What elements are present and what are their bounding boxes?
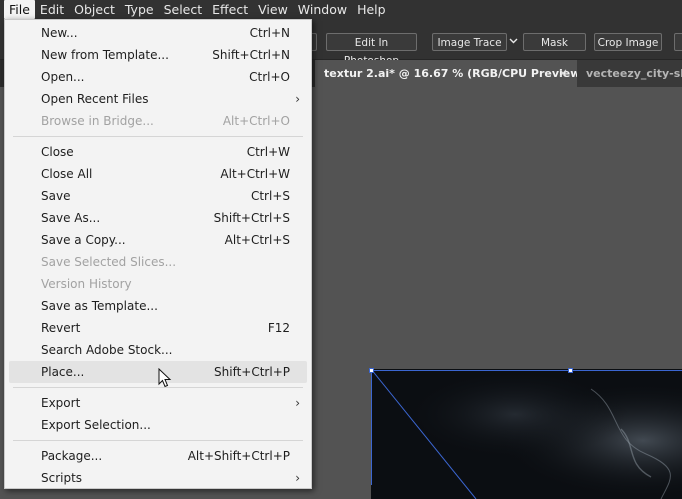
menu-item-export[interactable]: Export › bbox=[9, 392, 307, 414]
menu-item-label: Open... bbox=[41, 70, 85, 84]
menu-item-label: Save As... bbox=[41, 211, 101, 225]
menu-item-label: Close bbox=[41, 145, 74, 159]
menu-item-shortcut: Shift+Ctrl+N bbox=[212, 48, 290, 62]
menu-separator bbox=[13, 440, 303, 441]
menu-item-label: Place... bbox=[41, 365, 85, 379]
submenu-arrow-icon: › bbox=[295, 471, 300, 485]
menu-item-label: Open Recent Files bbox=[41, 92, 149, 106]
selection-handle-top-left[interactable] bbox=[369, 368, 374, 373]
image-trace-button[interactable]: Image Trace bbox=[432, 33, 507, 51]
menu-item-shortcut: Alt+Shift+Ctrl+P bbox=[187, 449, 290, 463]
menu-item-label: Save bbox=[41, 189, 71, 203]
menu-edit[interactable]: Edit bbox=[35, 0, 69, 19]
menu-item-shortcut: Ctrl+N bbox=[249, 26, 290, 40]
menu-item-close[interactable]: Close Ctrl+W bbox=[9, 141, 307, 163]
menu-item-open-recent-files[interactable]: Open Recent Files › bbox=[9, 88, 307, 110]
image-trace-dropdown-icon[interactable] bbox=[506, 33, 520, 51]
menu-type[interactable]: Type bbox=[120, 0, 159, 19]
menu-item-export-selection[interactable]: Export Selection... bbox=[9, 414, 307, 436]
crop-image-button[interactable]: Crop Image bbox=[594, 33, 662, 51]
menu-object[interactable]: Object bbox=[69, 0, 120, 19]
mouse-cursor-icon bbox=[158, 367, 172, 391]
menu-item-shortcut: Alt+Ctrl+W bbox=[220, 167, 290, 181]
menu-item-save-as[interactable]: Save As... Shift+Ctrl+S bbox=[9, 207, 307, 229]
menu-help[interactable]: Help bbox=[352, 0, 391, 19]
menu-item-label: Revert bbox=[41, 321, 81, 335]
artwork-image[interactable] bbox=[371, 369, 682, 499]
control-button-partial-right[interactable] bbox=[674, 33, 682, 51]
menu-item-label: Save a Copy... bbox=[41, 233, 126, 247]
menu-item-label: Close All bbox=[41, 167, 93, 181]
menu-item-save-a-copy[interactable]: Save a Copy... Alt+Ctrl+S bbox=[9, 229, 307, 251]
menu-bar: File Edit Object Type Select Effect View… bbox=[0, 0, 682, 19]
menu-item-close-all[interactable]: Close All Alt+Ctrl+W bbox=[9, 163, 307, 185]
menu-item-label: Save Selected Slices... bbox=[41, 255, 177, 269]
menu-item-save[interactable]: Save Ctrl+S bbox=[9, 185, 307, 207]
menu-item-label: Browse in Bridge... bbox=[41, 114, 154, 128]
tab-title: vecteezy_city-skyline bbox=[586, 67, 682, 80]
tab-textur-2[interactable]: textur 2.ai* @ 16.67 % (RGB/CPU Preview)… bbox=[315, 60, 577, 87]
menu-item-package[interactable]: Package... Alt+Shift+Ctrl+P bbox=[9, 445, 307, 467]
close-icon[interactable]: × bbox=[558, 60, 568, 87]
file-menu-dropdown: New... Ctrl+N New from Template... Shift… bbox=[4, 19, 312, 489]
menu-item-label: New... bbox=[41, 26, 78, 40]
menu-separator bbox=[13, 136, 303, 137]
menu-item-shortcut: Ctrl+S bbox=[250, 189, 290, 203]
edit-in-photoshop-button[interactable]: Edit In Photoshop bbox=[326, 33, 417, 67]
menu-item-version-history: Version History bbox=[9, 273, 307, 295]
menu-item-label: Export bbox=[41, 396, 81, 410]
menu-item-shortcut: Ctrl+O bbox=[249, 70, 290, 84]
menu-item-shortcut: Alt+Ctrl+S bbox=[224, 233, 290, 247]
menu-item-label: Scripts bbox=[41, 471, 83, 485]
selection-edge-top bbox=[371, 370, 682, 371]
menu-item-label: Save as Template... bbox=[41, 299, 158, 313]
menu-item-search-adobe-stock[interactable]: Search Adobe Stock... bbox=[9, 339, 307, 361]
tab-vecteezy-city-skyline[interactable]: vecteezy_city-skyline bbox=[577, 60, 682, 87]
mask-button[interactable]: Mask bbox=[523, 33, 586, 51]
selection-edge-left bbox=[371, 370, 372, 485]
menu-item-label: Export Selection... bbox=[41, 418, 151, 432]
menu-item-label: Version History bbox=[41, 277, 132, 291]
submenu-arrow-icon: › bbox=[295, 92, 300, 106]
menu-view[interactable]: View bbox=[253, 0, 293, 19]
menu-file[interactable]: File bbox=[4, 0, 35, 19]
menu-item-label: Package... bbox=[41, 449, 103, 463]
submenu-arrow-icon: › bbox=[295, 396, 300, 410]
menu-item-label: Search Adobe Stock... bbox=[41, 343, 173, 357]
tab-title: textur 2.ai* @ 16.67 % (RGB/CPU Preview) bbox=[324, 67, 577, 80]
menu-item-new-from-template[interactable]: New from Template... Shift+Ctrl+N bbox=[9, 44, 307, 66]
menu-item-revert[interactable]: Revert F12 bbox=[9, 317, 307, 339]
menu-item-scripts[interactable]: Scripts › bbox=[9, 467, 307, 489]
menu-item-shortcut: Shift+Ctrl+P bbox=[214, 365, 290, 379]
menu-select[interactable]: Select bbox=[159, 0, 208, 19]
menu-item-new[interactable]: New... Ctrl+N bbox=[9, 22, 307, 44]
menu-item-shortcut: Alt+Ctrl+O bbox=[222, 114, 290, 128]
menu-item-save-selected-slices: Save Selected Slices... bbox=[9, 251, 307, 273]
menu-item-shortcut: Ctrl+W bbox=[246, 145, 290, 159]
menu-window[interactable]: Window bbox=[293, 0, 352, 19]
menu-item-open[interactable]: Open... Ctrl+O bbox=[9, 66, 307, 88]
menu-item-save-as-template[interactable]: Save as Template... bbox=[9, 295, 307, 317]
menu-item-shortcut: Shift+Ctrl+S bbox=[213, 211, 290, 225]
menu-item-shortcut: F12 bbox=[267, 321, 290, 335]
menu-effect[interactable]: Effect bbox=[207, 0, 253, 19]
menu-item-label: New from Template... bbox=[41, 48, 169, 62]
menu-item-browse-in-bridge: Browse in Bridge... Alt+Ctrl+O bbox=[9, 110, 307, 132]
selection-handle-top-middle[interactable] bbox=[568, 368, 573, 373]
